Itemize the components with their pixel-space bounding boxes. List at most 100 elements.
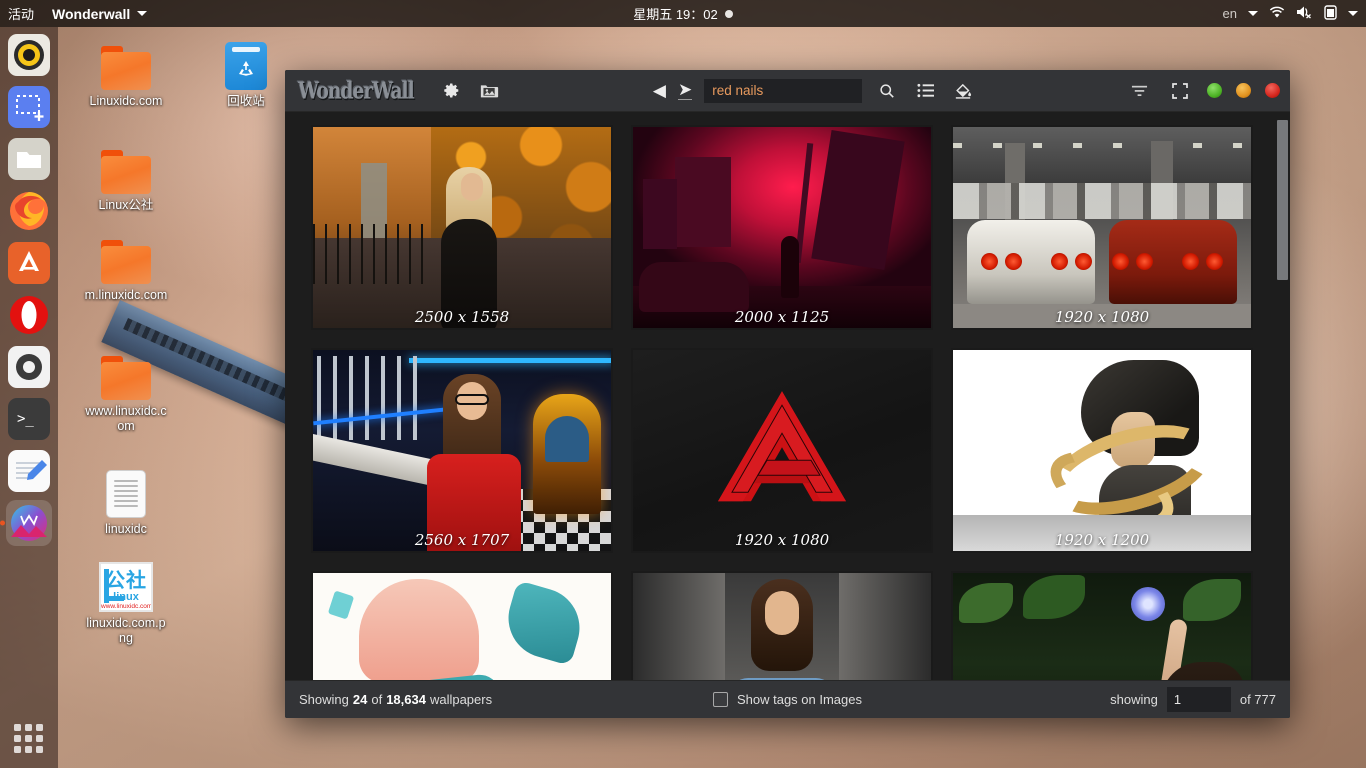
desktop-icon-label: 回收站 bbox=[227, 94, 265, 108]
wallpaper-thumbnail bbox=[953, 127, 1251, 328]
app-menu-button[interactable]: Wonderwall bbox=[52, 6, 148, 22]
wonderwall-window: WonderWall ◀ ➤ red nails 2500 x 1558 200… bbox=[285, 70, 1290, 718]
dock-item-wonderwall[interactable] bbox=[6, 500, 52, 546]
desktop-icon-linuxidc-com[interactable]: Linuxidc.com bbox=[84, 46, 168, 109]
next-button[interactable]: ➤ bbox=[677, 81, 693, 100]
language-indicator[interactable]: en bbox=[1223, 6, 1237, 21]
wallpaper-thumbnail bbox=[953, 573, 1251, 680]
page-input[interactable] bbox=[1166, 687, 1231, 712]
desktop-icon-linux-gongshe[interactable]: Linux公社 bbox=[84, 150, 168, 213]
wallpaper-grid: 2500 x 1558 2000 x 1125 1920 x 1080 2560… bbox=[285, 112, 1290, 680]
language-chevron-down-icon bbox=[1248, 11, 1258, 16]
dock-item-screenshot[interactable] bbox=[6, 84, 52, 130]
maximize-button[interactable] bbox=[1235, 83, 1251, 98]
wallpaper-card[interactable] bbox=[631, 571, 933, 680]
show-applications-button[interactable] bbox=[14, 724, 44, 754]
battery-icon[interactable] bbox=[1324, 4, 1337, 23]
dock-item-terminal[interactable]: >_ bbox=[6, 396, 52, 442]
grid-dot bbox=[14, 735, 21, 742]
thumbnail-art bbox=[953, 127, 1251, 328]
wallpaper-thumbnail bbox=[633, 127, 931, 328]
dock-item-ubuntu-software[interactable] bbox=[6, 240, 52, 286]
desktop-icon-label: linuxidc bbox=[105, 522, 147, 536]
window-titlebar: WonderWall ◀ ➤ bbox=[285, 70, 1290, 112]
gear-icon[interactable] bbox=[438, 78, 464, 104]
wallpaper-thumbnail bbox=[313, 350, 611, 551]
dock-item-opera[interactable] bbox=[6, 292, 52, 338]
system-tray[interactable]: en bbox=[1223, 0, 1358, 27]
wallpaper-card[interactable]: 2560 x 1707 bbox=[311, 348, 613, 553]
wallpaper-card[interactable] bbox=[311, 571, 613, 680]
dock-item-rhythmbox[interactable] bbox=[6, 32, 52, 78]
search-controls: ◀ ➤ bbox=[653, 78, 976, 104]
wifi-icon[interactable] bbox=[1269, 6, 1285, 22]
search-input[interactable] bbox=[704, 78, 863, 103]
grid-scrollbar[interactable] bbox=[1277, 116, 1288, 680]
fullscreen-icon[interactable] bbox=[1167, 78, 1193, 104]
dock-item-settings[interactable] bbox=[6, 344, 52, 390]
tray-chevron-down-icon[interactable] bbox=[1348, 11, 1358, 16]
paint-bucket-icon[interactable] bbox=[950, 78, 976, 104]
desktop-icon-www-linuxidc-com[interactable]: www.linuxidc.com bbox=[84, 356, 168, 434]
grid-dot bbox=[36, 735, 43, 742]
activities-button[interactable]: 活动 bbox=[8, 4, 34, 23]
dock-item-files[interactable] bbox=[6, 136, 52, 182]
thumbnail-art bbox=[633, 350, 931, 551]
ubuntu-dock: >_ bbox=[0, 27, 58, 768]
wallpaper-card[interactable]: 1920 x 1080 bbox=[951, 125, 1253, 330]
folder-icon bbox=[101, 150, 151, 194]
close-button[interactable] bbox=[1264, 83, 1280, 98]
pagination: showing of 777 bbox=[1110, 687, 1276, 712]
image-file-icon: 公社 linux www.linuxidc.com bbox=[99, 562, 153, 612]
folder-icon bbox=[101, 356, 151, 400]
wallpaper-card[interactable]: 2000 x 1125 bbox=[631, 125, 933, 330]
image-folder-icon[interactable] bbox=[476, 78, 502, 104]
chevron-down-icon bbox=[137, 11, 148, 16]
desktop-icon-linuxidc-doc[interactable]: linuxidc bbox=[84, 470, 168, 537]
desktop-icon-label: linuxidc.com.png bbox=[86, 616, 166, 645]
search-icon[interactable] bbox=[874, 78, 900, 104]
desktop-icon-linuxidc-com-png[interactable]: 公社 linux www.linuxidc.com linuxidc.com.pn… bbox=[84, 562, 168, 646]
desktop-icon-trash[interactable]: 回收站 bbox=[204, 42, 288, 109]
desktop-icon-label: Linuxidc.com bbox=[89, 94, 163, 108]
dock-item-firefox[interactable] bbox=[6, 188, 52, 234]
wallpaper-thumbnail bbox=[313, 573, 611, 680]
status-bar: Showing 24 of 18,634 wallpapers Show tag… bbox=[285, 680, 1290, 718]
wallpaper-thumbnail bbox=[633, 350, 931, 551]
svg-text:>_: >_ bbox=[17, 411, 34, 427]
wallpaper-card[interactable]: 1920 x 1200 bbox=[951, 348, 1253, 553]
grid-dot bbox=[36, 746, 43, 753]
thumbnail-art bbox=[313, 350, 611, 551]
thumbnail-art bbox=[633, 127, 931, 328]
show-tags-checkbox[interactable] bbox=[712, 692, 728, 707]
volume-muted-icon[interactable] bbox=[1296, 5, 1313, 22]
wallpaper-thumbnail bbox=[953, 350, 1251, 551]
grid-dot bbox=[14, 724, 21, 731]
wallpaper-thumbnail bbox=[633, 573, 931, 680]
showing-word: Showing bbox=[299, 692, 349, 707]
desktop-icon-label: www.linuxidc.com bbox=[85, 404, 167, 433]
shown-count: 24 bbox=[352, 692, 368, 707]
minimize-button[interactable] bbox=[1206, 83, 1222, 98]
showing-count: Showing 24 of 18,634 wallpapers bbox=[299, 692, 492, 707]
page-total-label: of 777 bbox=[1239, 692, 1276, 707]
grid-dot bbox=[36, 724, 43, 731]
wallpaper-grid-container[interactable]: 2500 x 1558 2000 x 1125 1920 x 1080 2560… bbox=[285, 112, 1290, 680]
desktop-icon-m-linuxidc-com[interactable]: m.linuxidc.com bbox=[84, 240, 168, 303]
page-label: showing bbox=[1110, 692, 1158, 707]
desktop-icon-label: Linux公社 bbox=[98, 198, 154, 212]
dock-item-text-editor[interactable] bbox=[6, 448, 52, 494]
list-view-icon[interactable] bbox=[912, 78, 938, 104]
desktop-icon-label: m.linuxidc.com bbox=[84, 288, 168, 302]
thumbnail-art bbox=[313, 573, 611, 680]
wallpaper-card[interactable]: 1920 x 1080 bbox=[631, 348, 933, 553]
desktop: 活动 Wonderwall 星期五 19：02 en >_ Linuxidc.c… bbox=[0, 0, 1366, 768]
grid-dot bbox=[25, 724, 32, 731]
prev-button[interactable]: ◀ bbox=[653, 82, 666, 99]
clock[interactable]: 星期五 19：02 bbox=[0, 0, 1366, 27]
grid-scrollbar-thumb[interactable] bbox=[1277, 120, 1288, 280]
filter-icon[interactable] bbox=[1127, 78, 1153, 104]
thumbnail-art bbox=[633, 573, 931, 680]
wallpaper-card[interactable]: 2500 x 1558 bbox=[311, 125, 613, 330]
wallpaper-card[interactable] bbox=[951, 571, 1253, 680]
